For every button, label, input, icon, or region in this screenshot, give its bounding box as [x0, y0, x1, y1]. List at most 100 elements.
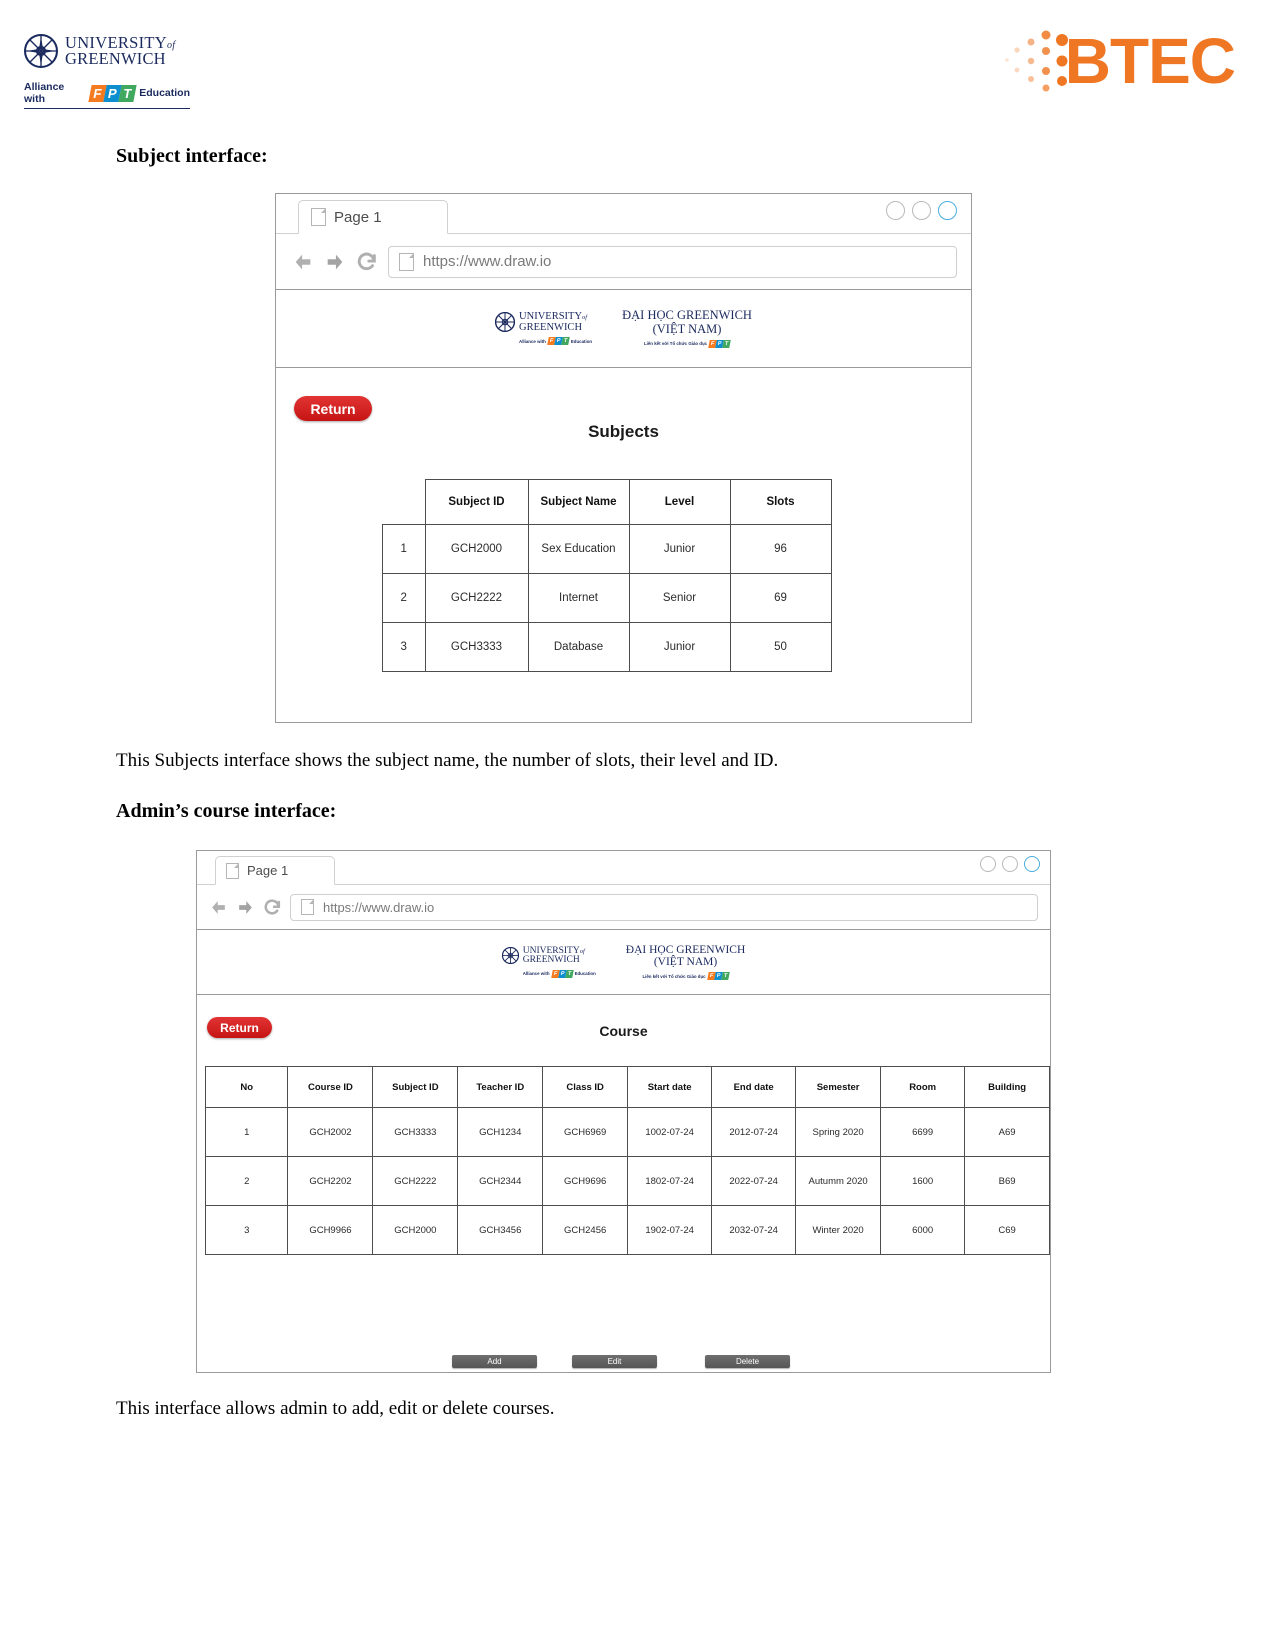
subjects-browser-mockup: Page 1 https://www.draw.io UNIVERSITYof …	[275, 193, 972, 723]
window-controls	[886, 201, 957, 220]
course-action-bar: Add Edit Delete	[452, 1355, 790, 1368]
table-header-row: No Course ID Subject ID Teacher ID Class…	[204, 1066, 1050, 1108]
greenwich-compass-icon	[501, 946, 519, 964]
app-uog-line1: UNIVERSITY	[522, 945, 580, 956]
vn-alliance-prefix: Liên kết với Tổ chức Giáo dục	[642, 973, 706, 979]
back-arrow-icon[interactable]	[209, 898, 228, 917]
cell-class-id: GCH2456	[542, 1205, 629, 1255]
app-alliance-prefix: Alliance with	[519, 338, 546, 344]
app-uog-of: of	[579, 947, 585, 955]
browser-url-bar: https://www.draw.io	[197, 885, 1050, 930]
forward-arrow-icon[interactable]	[236, 898, 255, 917]
cell-course-id: GCH2002	[287, 1107, 374, 1157]
app-alliance-row: Alliance with FPT Education	[519, 337, 592, 345]
close-dot-icon[interactable]	[1024, 856, 1040, 872]
row-number: 1	[382, 524, 426, 574]
minimize-dot-icon[interactable]	[980, 856, 996, 872]
app-banner-vn-title: ĐẠI HỌC GREENWICH (VIỆT NAM) Liên kết vớ…	[622, 309, 752, 348]
delete-button[interactable]: Delete	[705, 1355, 790, 1368]
btec-wordmark: BTEC	[1064, 25, 1236, 97]
maximize-dot-icon[interactable]	[912, 201, 931, 220]
table-row: 2 GCH2202 GCH2222 GCH2344 GCH9696 1802-0…	[204, 1156, 1050, 1206]
cell-level: Junior	[628, 524, 731, 574]
column-header-subject-id: Subject ID	[424, 479, 529, 525]
url-input[interactable]: https://www.draw.io	[290, 893, 1038, 921]
cell-subject-id: GCH2222	[372, 1156, 459, 1206]
page-title-subjects: Subjects	[588, 422, 659, 441]
edit-button[interactable]: Edit	[572, 1355, 657, 1368]
column-header-class-id: Class ID	[542, 1066, 629, 1108]
reload-icon[interactable]	[263, 898, 282, 917]
cell-no: 1	[204, 1107, 289, 1157]
maximize-dot-icon[interactable]	[1002, 856, 1018, 872]
app-uog-line2: GREENWICH	[519, 321, 583, 333]
cell-no: 2	[204, 1156, 289, 1206]
add-button[interactable]: Add	[452, 1355, 537, 1368]
app-alliance-row: Alliance with FPT Education	[523, 969, 596, 978]
cell-subject-id: GCH2000	[372, 1205, 459, 1255]
subjects-table: Subject ID Subject Name Level Slots 1 GC…	[382, 479, 832, 672]
app-alliance-suffix: Education	[570, 338, 593, 344]
cell-semester: Autumm 2020	[795, 1156, 882, 1206]
browser-tab-label: Page 1	[247, 863, 289, 878]
alliance-with-fpt-education: Alliance with FPT Education	[24, 81, 190, 109]
forward-arrow-icon[interactable]	[324, 251, 346, 273]
alliance-prefix: Alliance with	[24, 81, 65, 105]
page-icon	[226, 862, 239, 879]
browser-tab-bar: Page 1	[197, 851, 1050, 885]
cell-start-date: 1802-07-24	[627, 1156, 713, 1206]
greenwich-compass-icon	[495, 312, 516, 332]
table-row: 2 GCH2222 Internet Senior 69	[382, 573, 832, 623]
cell-room: 1600	[880, 1156, 966, 1206]
back-arrow-icon[interactable]	[292, 251, 314, 273]
cell-no: 3	[204, 1205, 289, 1255]
minimize-dot-icon[interactable]	[886, 201, 905, 220]
page-icon	[301, 899, 314, 915]
cell-level: Senior	[628, 573, 731, 623]
cell-end-date: 2032-07-24	[711, 1205, 797, 1255]
cell-start-date: 1002-07-24	[627, 1107, 713, 1157]
vn-alliance-row: Liên kết với Tổ chức Giáo dục FPT	[626, 972, 745, 981]
fpt-logo-icon: FPT	[88, 84, 137, 102]
paragraph-admin-course-interface: This interface allows admin to add, edit…	[116, 1398, 555, 1419]
column-header-slots: Slots	[729, 479, 832, 525]
cell-subject-id: GCH3333	[372, 1107, 459, 1157]
cell-subject-name: Internet	[527, 573, 630, 623]
app-banner: UNIVERSITYof GREENWICH Alliance with FPT…	[276, 290, 971, 368]
cell-slots: 96	[729, 524, 832, 574]
browser-tab-page-1[interactable]: Page 1	[215, 856, 335, 885]
url-text: https://www.draw.io	[323, 899, 435, 915]
fpt-logo-icon: FPT	[550, 969, 574, 978]
cell-building: B69	[964, 1156, 1050, 1206]
close-dot-icon[interactable]	[938, 201, 957, 220]
table-row: 3 GCH9966 GCH2000 GCH3456 GCH2456 1902-0…	[204, 1205, 1050, 1255]
fpt-logo-icon: FPT	[708, 339, 731, 348]
cell-slots: 50	[729, 622, 832, 672]
row-number: 3	[382, 622, 426, 672]
alliance-suffix: Education	[139, 87, 190, 99]
column-header-subject-name: Subject Name	[527, 479, 630, 525]
column-header-building: Building	[964, 1066, 1050, 1108]
cell-teacher-id: GCH2344	[457, 1156, 544, 1206]
browser-tab-bar: Page 1	[276, 194, 971, 234]
url-input[interactable]: https://www.draw.io	[388, 245, 957, 278]
vn-alliance-row: Liên kết với Tổ chức Giáo dục FPT	[622, 339, 752, 348]
row-number: 2	[382, 573, 426, 623]
app-uog-of: of	[582, 314, 588, 321]
course-browser-mockup: Page 1 https://www.draw.io UNIVERSITYof …	[196, 850, 1051, 1373]
column-header-start-date: Start date	[627, 1066, 713, 1108]
column-header-end-date: End date	[711, 1066, 797, 1108]
reload-icon[interactable]	[356, 251, 378, 273]
return-button[interactable]: Return	[294, 396, 372, 421]
table-corner-cell	[383, 480, 426, 525]
table-row: 1 GCH2002 GCH3333 GCH1234 GCH6969 1002-0…	[204, 1107, 1050, 1157]
page-icon	[311, 208, 326, 226]
fpt-logo-icon: FPT	[547, 337, 570, 345]
cell-teacher-id: GCH3456	[457, 1205, 544, 1255]
browser-tab-page-1[interactable]: Page 1	[298, 200, 448, 234]
column-header-course-id: Course ID	[287, 1066, 374, 1108]
table-row: 1 GCH2000 Sex Education Junior 96	[382, 524, 832, 574]
cell-course-id: GCH9966	[287, 1205, 374, 1255]
cell-subject-id: GCH2000	[424, 524, 529, 574]
column-header-level: Level	[628, 479, 731, 525]
